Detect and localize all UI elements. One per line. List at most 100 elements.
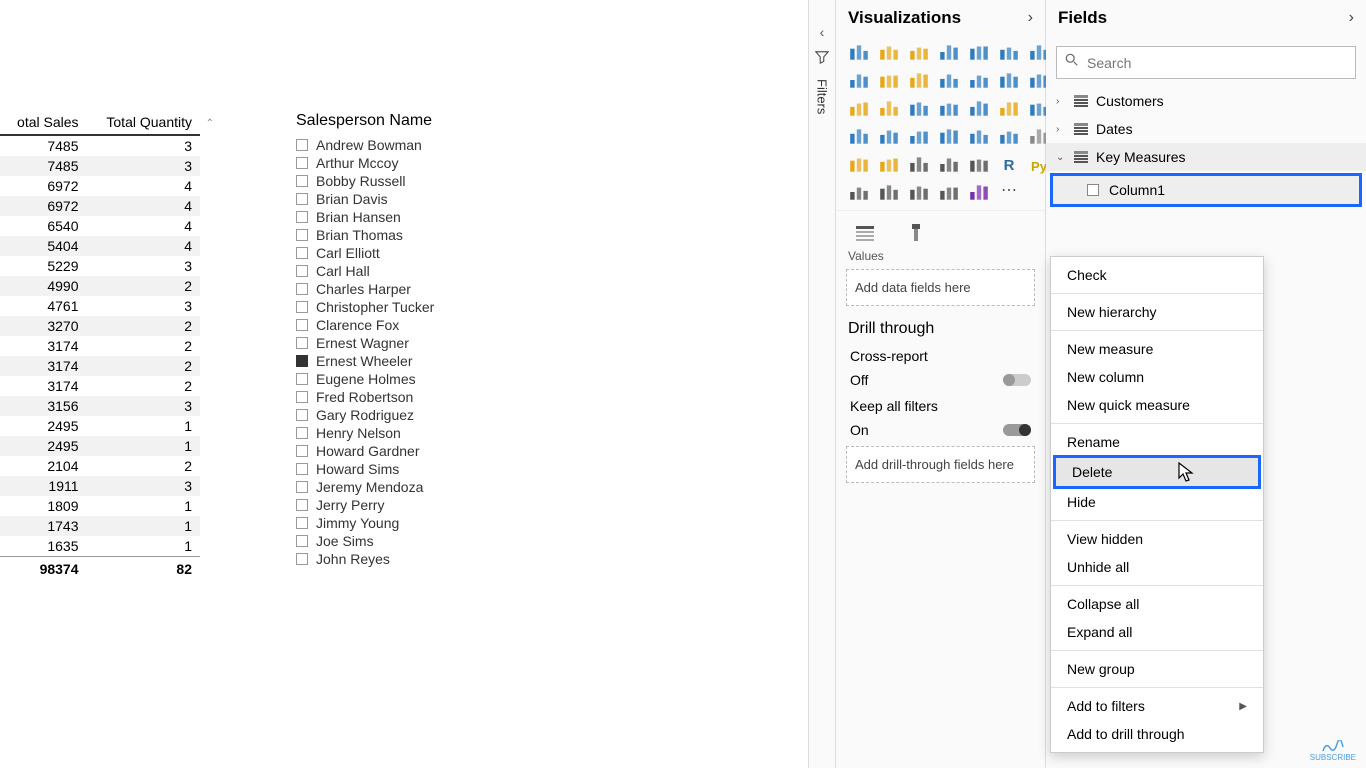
checkbox-icon[interactable] xyxy=(296,445,308,457)
custom1-icon[interactable] xyxy=(936,178,962,202)
checkbox-icon[interactable] xyxy=(296,463,308,475)
table-header-qty[interactable]: Total Quantity xyxy=(87,110,200,135)
slicer-icon[interactable] xyxy=(966,122,992,146)
checkbox-icon[interactable] xyxy=(296,517,308,529)
slicer-item[interactable]: John Reyes xyxy=(296,550,556,568)
slicer-item[interactable]: Gary Rodriguez xyxy=(296,406,556,424)
checkbox-icon[interactable] xyxy=(296,499,308,511)
table-row[interactable]: 19113 xyxy=(0,476,200,496)
pie-icon[interactable] xyxy=(876,94,902,118)
slicer-item[interactable]: Joe Sims xyxy=(296,532,556,550)
ctx-item-unhide-all[interactable]: Unhide all xyxy=(1051,553,1263,581)
slicer-item[interactable]: Bobby Russell xyxy=(296,172,556,190)
table-row[interactable]: 24951 xyxy=(0,416,200,436)
slicer-item[interactable]: Jerry Perry xyxy=(296,496,556,514)
checkbox-icon[interactable] xyxy=(296,409,308,421)
stacked-bar-icon[interactable] xyxy=(846,38,872,62)
slicer-item[interactable]: Charles Harper xyxy=(296,280,556,298)
fields-search-input[interactable] xyxy=(1087,55,1347,71)
field-checkbox[interactable] xyxy=(1087,184,1099,196)
slicer-item[interactable]: Ernest Wagner xyxy=(296,334,556,352)
slicer-item[interactable]: Carl Hall xyxy=(296,262,556,280)
slicer-item[interactable]: Ernest Wheeler xyxy=(296,352,556,370)
checkbox-icon[interactable] xyxy=(296,553,308,565)
donut-icon[interactable] xyxy=(906,94,932,118)
arc-icon[interactable] xyxy=(846,178,872,202)
table-row[interactable]: 74853 xyxy=(0,135,200,156)
table-row[interactable]: 54044 xyxy=(0,236,200,256)
line-clustered-icon[interactable] xyxy=(936,66,962,90)
kpi-icon[interactable] xyxy=(936,122,962,146)
table-row[interactable]: 17431 xyxy=(0,516,200,536)
ctx-item-add-to-filters[interactable]: Add to filters▶ xyxy=(1051,692,1263,720)
narrative-icon[interactable] xyxy=(876,178,902,202)
ctx-item-new-group[interactable]: New group xyxy=(1051,655,1263,683)
checkbox-icon[interactable] xyxy=(296,355,308,367)
expand-filters-icon[interactable]: ‹ xyxy=(820,24,825,40)
treemap-icon[interactable] xyxy=(936,94,962,118)
checkbox-icon[interactable] xyxy=(296,157,308,169)
decomposition-icon[interactable] xyxy=(936,150,962,174)
table-row[interactable]: 69724 xyxy=(0,176,200,196)
fields-tab-icon[interactable] xyxy=(854,221,878,243)
fields-table-customers[interactable]: ›Customers xyxy=(1046,87,1366,115)
slicer-item[interactable]: Howard Sims xyxy=(296,460,556,478)
r-visual-icon[interactable] xyxy=(846,150,872,174)
card-icon[interactable] xyxy=(876,122,902,146)
keep-filters-toggle[interactable] xyxy=(1003,424,1031,436)
checkbox-icon[interactable] xyxy=(296,247,308,259)
key-influencers-icon[interactable] xyxy=(906,150,932,174)
checkbox-icon[interactable] xyxy=(296,283,308,295)
filled-map-icon[interactable] xyxy=(996,94,1022,118)
table-row[interactable]: 65404 xyxy=(0,216,200,236)
table-row[interactable]: 16351 xyxy=(0,536,200,557)
area-icon[interactable] xyxy=(846,66,872,90)
ribbon-icon[interactable] xyxy=(966,66,992,90)
checkbox-icon[interactable] xyxy=(296,265,308,277)
ctx-item-view-hidden[interactable]: View hidden xyxy=(1051,525,1263,553)
table-row[interactable]: 31742 xyxy=(0,356,200,376)
multi-card-icon[interactable] xyxy=(906,122,932,146)
format-tab-icon[interactable] xyxy=(904,221,928,243)
clustered-bar-icon[interactable] xyxy=(876,38,902,62)
stacked-column-icon[interactable] xyxy=(936,38,962,62)
table-row[interactable]: 74853 xyxy=(0,156,200,176)
scroll-up-indicator[interactable]: ⌃ xyxy=(206,118,214,129)
ellipsis-icon[interactable]: ⋯ xyxy=(996,178,1022,202)
slicer-item[interactable]: Howard Gardner xyxy=(296,442,556,460)
checkbox-icon[interactable] xyxy=(296,319,308,331)
qa-icon[interactable] xyxy=(966,150,992,174)
powerapp-icon[interactable] xyxy=(906,178,932,202)
ctx-item-add-to-drill-through[interactable]: Add to drill through xyxy=(1051,720,1263,748)
clustered-column-icon[interactable] xyxy=(966,38,992,62)
slicer-item[interactable]: Brian Thomas xyxy=(296,226,556,244)
checkbox-icon[interactable] xyxy=(296,139,308,151)
line-column-icon[interactable] xyxy=(906,66,932,90)
ctx-item-collapse-all[interactable]: Collapse all xyxy=(1051,590,1263,618)
ctx-item-hide[interactable]: Hide xyxy=(1051,488,1263,516)
slicer-item[interactable]: Eugene Holmes xyxy=(296,370,556,388)
ctx-item-check[interactable]: Check xyxy=(1051,261,1263,289)
filters-pane-collapsed[interactable]: ‹ Filters xyxy=(808,0,836,768)
fields-table-dates[interactable]: ›Dates xyxy=(1046,115,1366,143)
ctx-item-expand-all[interactable]: Expand all xyxy=(1051,618,1263,646)
100-bar-icon[interactable] xyxy=(906,38,932,62)
table-visual[interactable]: ⌃ otal Sales Total Quantity 748537485369… xyxy=(0,110,200,579)
table-icon[interactable] xyxy=(996,122,1022,146)
table-row[interactable]: 32702 xyxy=(0,316,200,336)
collapse-fields-icon[interactable]: › xyxy=(1349,9,1354,27)
map-icon[interactable] xyxy=(966,94,992,118)
checkbox-icon[interactable] xyxy=(296,193,308,205)
checkbox-icon[interactable] xyxy=(296,373,308,385)
table-row[interactable]: 31742 xyxy=(0,336,200,356)
table-header-sales[interactable]: otal Sales xyxy=(0,110,87,135)
slicer-item[interactable]: Fred Robertson xyxy=(296,388,556,406)
custom2-icon[interactable] xyxy=(966,178,992,202)
waterfall-icon[interactable] xyxy=(996,66,1022,90)
checkbox-icon[interactable] xyxy=(296,391,308,403)
100-column-icon[interactable] xyxy=(996,38,1022,62)
table-row[interactable]: 31563 xyxy=(0,396,200,416)
ctx-item-new-quick-measure[interactable]: New quick measure xyxy=(1051,391,1263,419)
slicer-item[interactable]: Jeremy Mendoza xyxy=(296,478,556,496)
ctx-item-new-measure[interactable]: New measure xyxy=(1051,335,1263,363)
